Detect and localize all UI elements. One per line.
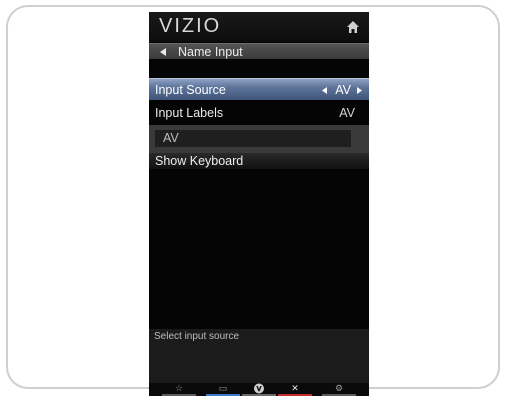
tv-screen: VIZIO Name Input Input Source AV Input L…	[149, 12, 369, 396]
show-keyboard-label: Show Keyboard	[155, 154, 244, 168]
info-icon: ▭	[218, 383, 228, 393]
help-text: Select input source	[154, 331, 240, 342]
input-source-label: Input Source	[155, 83, 226, 97]
star-icon: ☆	[174, 383, 184, 393]
input-labels-label: Input Labels	[155, 106, 224, 120]
info-button[interactable]: ▭	[206, 383, 240, 396]
arrow-left-icon[interactable]	[322, 87, 327, 94]
help-panel: Select input source	[149, 329, 369, 383]
star-button[interactable]: ☆	[162, 383, 196, 396]
vizio-logo: VIZIO	[159, 15, 222, 37]
input-labels-value: AV	[339, 106, 355, 120]
vizio-button[interactable]	[242, 383, 276, 396]
close-icon: ✕	[291, 383, 299, 393]
label-text-field[interactable]: AV	[155, 130, 351, 147]
menu-item-input-source[interactable]: Input Source AV	[149, 78, 369, 100]
breadcrumb-title: Name Input	[178, 45, 243, 59]
arrow-right-icon[interactable]	[357, 87, 362, 94]
gear-icon: ⚙	[334, 383, 344, 393]
triangle-left-icon	[160, 48, 166, 56]
menu-item-show-keyboard[interactable]: Show Keyboard	[149, 153, 369, 169]
home-icon[interactable]	[346, 20, 360, 34]
settings-button[interactable]: ⚙	[322, 383, 356, 396]
menu-item-input-labels[interactable]: Input Labels AV	[149, 103, 369, 125]
top-bar: VIZIO	[149, 12, 369, 42]
close-button[interactable]: ✕	[278, 383, 312, 396]
input-source-value: AV	[335, 83, 351, 97]
back-button[interactable]: Name Input	[149, 43, 369, 59]
vizio-v-icon	[254, 383, 264, 394]
bottom-button-bar: ☆ ▭ ✕ ⚙	[149, 383, 369, 396]
